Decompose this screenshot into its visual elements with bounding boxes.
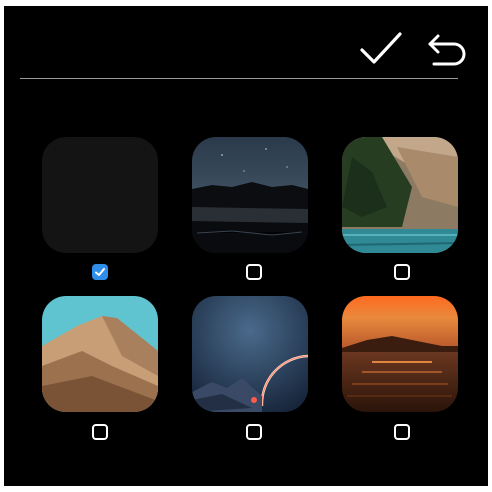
back-button[interactable] [424,28,470,70]
wallpaper-checkbox-2[interactable] [246,264,262,280]
wallpaper-checkbox-4[interactable] [92,424,108,440]
wallpaper-checkbox-3[interactable] [394,264,410,280]
wallpaper-thumb-plain-dark[interactable] [42,137,158,253]
sunset-sea-image [342,296,458,412]
undo-arrow-icon [428,34,466,66]
night-mountains-image [192,137,308,253]
wallpaper-thumb-sunset-sea[interactable] [342,296,458,412]
plain-dark-wallpaper-image [42,137,158,253]
wallpaper-thumb-night-mountains[interactable] [192,137,308,253]
planet-arc-image [192,296,308,412]
wallpaper-thumb-canyon-lake[interactable] [342,137,458,253]
checkmark-icon [360,32,402,64]
top-bar [4,6,488,78]
confirm-button[interactable] [358,28,404,70]
header-divider [20,78,458,79]
wallpaper-checkbox-5[interactable] [246,424,262,440]
canyon-lake-image [342,137,458,253]
wallpaper-checkbox-1[interactable] [92,264,108,280]
wallpaper-thumb-planet-arc[interactable] [192,296,308,412]
wallpaper-checkbox-6[interactable] [394,424,410,440]
desert-dunes-image [42,296,158,412]
wallpaper-picker-screen [4,6,488,486]
wallpaper-thumb-desert-dunes[interactable] [42,296,158,412]
check-icon [95,268,105,276]
